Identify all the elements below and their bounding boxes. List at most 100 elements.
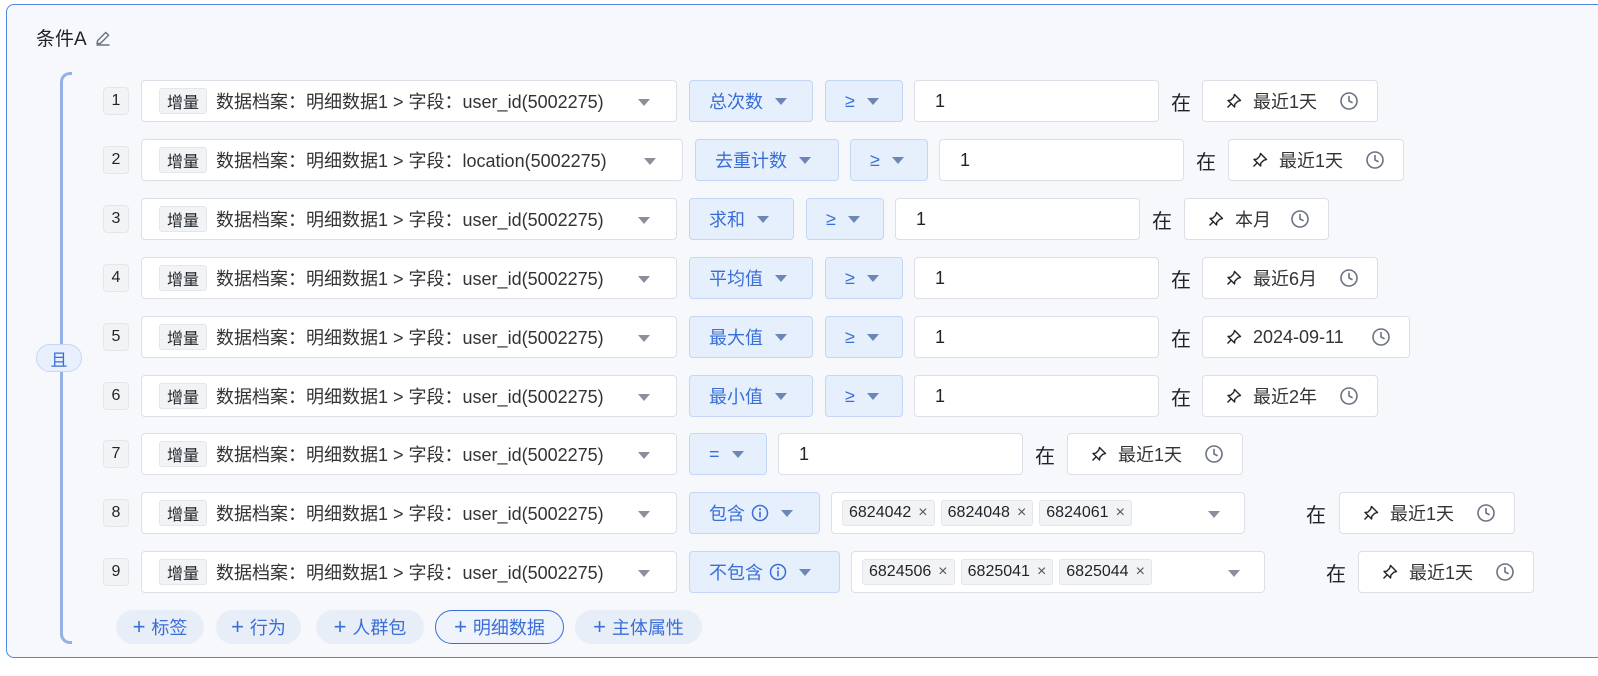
add-tag-button[interactable]: + 标签 bbox=[116, 610, 204, 644]
time-range-picker[interactable]: 最近1天 bbox=[1339, 492, 1515, 534]
field-path: 数据档案：明细数据1 > 字段：user_id(5002275) bbox=[216, 445, 604, 465]
aggregation-select[interactable]: 求和 bbox=[689, 198, 794, 240]
add-subject-attribute-button[interactable]: + 主体属性 bbox=[575, 610, 702, 644]
add-detail-data-button[interactable]: + 明细数据 bbox=[435, 610, 564, 644]
caret-down-icon bbox=[847, 215, 860, 223]
pin-icon bbox=[1090, 445, 1108, 463]
condition-row: 9 增量 数据档案：明细数据1 > 字段：user_id(5002275) 不包含 68… bbox=[0, 551, 1598, 593]
value-input[interactable]: 1 bbox=[895, 198, 1140, 240]
close-icon[interactable]: × bbox=[1116, 504, 1125, 522]
value-multiselect[interactable]: 6824506 × 6825041 × 6825044 × bbox=[851, 551, 1265, 593]
close-icon[interactable]: × bbox=[918, 504, 927, 522]
aggregation-label: 平均值 bbox=[709, 269, 763, 289]
aggregation-select[interactable]: 最大值 bbox=[689, 316, 813, 358]
operator-label: ≥ bbox=[870, 149, 880, 170]
pin-icon bbox=[1381, 563, 1399, 581]
field-select[interactable]: 增量 数据档案：明细数据1 > 字段：user_id(5002275) bbox=[141, 492, 677, 534]
caret-down-icon bbox=[866, 333, 879, 341]
field-select[interactable]: 增量 数据档案：明细数据1 > 字段：user_id(5002275) bbox=[141, 433, 677, 475]
row-number: 8 bbox=[103, 499, 129, 527]
in-label: 在 bbox=[1171, 269, 1191, 292]
in-label: 在 bbox=[1035, 445, 1055, 468]
field-select[interactable]: 增量 数据档案：明细数据1 > 字段：user_id(5002275) bbox=[141, 551, 677, 593]
info-icon[interactable] bbox=[751, 504, 769, 522]
in-label: 在 bbox=[1171, 92, 1191, 115]
time-range-picker[interactable]: 最近1天 bbox=[1202, 80, 1378, 122]
field-select[interactable]: 增量 数据档案：明细数据1 > 字段：user_id(5002275) bbox=[141, 257, 677, 299]
value-input[interactable]: 1 bbox=[914, 375, 1159, 417]
aggregation-label: 最小值 bbox=[709, 387, 763, 407]
add-condition-bar: + 标签 + 行为 + 人群包 + 明细数据 + 主体属性 bbox=[0, 610, 1598, 644]
clock-icon bbox=[1339, 386, 1359, 406]
field-select[interactable]: 增量 数据档案：明细数据1 > 字段：location(5002275) bbox=[141, 139, 683, 181]
condition-row: 3 增量 数据档案：明细数据1 > 字段：user_id(5002275) 求和 ≥1 在… bbox=[0, 198, 1598, 240]
in-label: 在 bbox=[1171, 328, 1191, 351]
value-input[interactable]: 1 bbox=[914, 80, 1159, 122]
condition-title-text: 条件A bbox=[36, 29, 87, 50]
value-input[interactable]: 1 bbox=[914, 257, 1159, 299]
operator-select[interactable]: = bbox=[689, 433, 767, 475]
operator-select[interactable]: ≥ bbox=[825, 257, 903, 299]
caret-down-icon bbox=[757, 215, 769, 223]
add-behavior-button[interactable]: + 行为 bbox=[216, 610, 301, 644]
chip-label: 6825041 bbox=[967, 563, 1030, 580]
value-chip: 6824061 × bbox=[1039, 500, 1132, 526]
caret-down-icon bbox=[1228, 570, 1240, 577]
time-range-picker[interactable]: 最近1天 bbox=[1228, 139, 1404, 181]
add-crowd-package-button[interactable]: + 人群包 bbox=[316, 610, 424, 644]
aggregation-select[interactable]: 总次数 bbox=[689, 80, 813, 122]
value-chip: 6824506 × bbox=[862, 559, 955, 585]
operator-select[interactable]: ≥ bbox=[850, 139, 928, 181]
operator-select[interactable]: 包含 bbox=[689, 492, 820, 534]
value-text: 1 bbox=[935, 90, 946, 111]
clock-icon bbox=[1339, 268, 1359, 288]
caret-down-icon bbox=[775, 274, 787, 282]
time-range-picker[interactable]: 本月 bbox=[1184, 198, 1329, 240]
value-input[interactable]: 1 bbox=[914, 316, 1159, 358]
field-select[interactable]: 增量 数据档案：明细数据1 > 字段：user_id(5002275) bbox=[141, 80, 677, 122]
time-range-picker[interactable]: 最近1天 bbox=[1358, 551, 1534, 593]
in-label: 在 bbox=[1326, 563, 1346, 586]
field-select[interactable]: 增量 数据档案：明细数据1 > 字段：user_id(5002275) bbox=[141, 375, 677, 417]
operator-select[interactable]: ≥ bbox=[825, 80, 903, 122]
aggregation-select[interactable]: 去重计数 bbox=[695, 139, 839, 181]
increment-tag: 增量 bbox=[159, 324, 208, 350]
operator-select[interactable]: ≥ bbox=[825, 375, 903, 417]
close-icon[interactable]: × bbox=[1037, 563, 1046, 581]
operator-select[interactable]: 不包含 bbox=[689, 551, 840, 593]
operator-select[interactable]: ≥ bbox=[806, 198, 884, 240]
close-icon[interactable]: × bbox=[1136, 563, 1145, 581]
chip-label: 6825044 bbox=[1066, 563, 1129, 580]
time-range-picker[interactable]: 最近1天 bbox=[1067, 433, 1243, 475]
aggregation-select[interactable]: 最小值 bbox=[689, 375, 813, 417]
aggregation-select[interactable]: 平均值 bbox=[689, 257, 813, 299]
increment-tag: 增量 bbox=[159, 383, 208, 409]
caret-down-icon bbox=[1208, 511, 1220, 518]
in-label: 在 bbox=[1171, 387, 1191, 410]
time-range-picker[interactable]: 最近6月 bbox=[1202, 257, 1378, 299]
time-range-picker[interactable]: 最近2年 bbox=[1202, 375, 1378, 417]
time-range-label: 本月 bbox=[1235, 210, 1271, 230]
value-text: 1 bbox=[916, 208, 927, 229]
operator-label: 不包含 bbox=[709, 563, 763, 583]
value-input[interactable]: 1 bbox=[939, 139, 1184, 181]
field-path: 数据档案：明细数据1 > 字段：location(5002275) bbox=[216, 151, 607, 171]
info-icon[interactable] bbox=[769, 563, 787, 581]
field-select[interactable]: 增量 数据档案：明细数据1 > 字段：user_id(5002275) bbox=[141, 316, 677, 358]
pencil-icon[interactable] bbox=[93, 28, 113, 48]
time-range-label: 最近1天 bbox=[1409, 563, 1474, 583]
caret-down-icon bbox=[638, 99, 650, 106]
add-button-label: 明细数据 bbox=[472, 618, 545, 638]
value-multiselect[interactable]: 6824042 × 6824048 × 6824061 × bbox=[831, 492, 1245, 534]
plus-icon: + bbox=[593, 614, 606, 639]
close-icon[interactable]: × bbox=[938, 563, 947, 581]
operator-select[interactable]: ≥ bbox=[825, 316, 903, 358]
time-range-picker[interactable]: 2024-09-11 bbox=[1202, 316, 1410, 358]
pin-icon bbox=[1225, 387, 1243, 405]
operator-label: ≥ bbox=[845, 385, 855, 406]
field-select[interactable]: 增量 数据档案：明细数据1 > 字段：user_id(5002275) bbox=[141, 198, 677, 240]
close-icon[interactable]: × bbox=[1017, 504, 1026, 522]
caret-down-icon bbox=[866, 97, 879, 105]
caret-down-icon bbox=[638, 570, 650, 577]
value-input[interactable]: 1 bbox=[778, 433, 1023, 475]
